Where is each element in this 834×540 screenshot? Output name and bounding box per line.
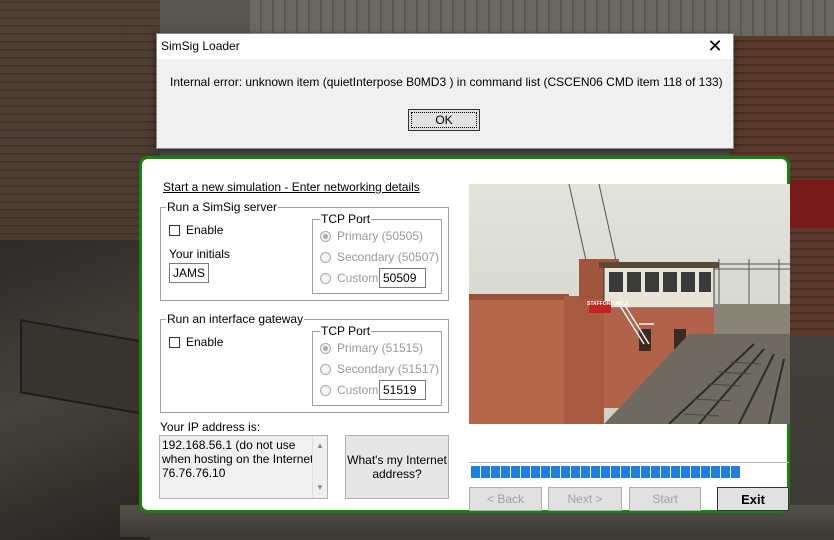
progress-segment	[551, 466, 560, 478]
ok-button[interactable]: OK	[408, 109, 480, 131]
gateway-port-group: TCP Port Primary (51515) Secondary (5151…	[312, 324, 442, 406]
next-button[interactable]: Next >	[548, 487, 622, 511]
whats-my-ip-line-1: What's my Internet	[347, 453, 447, 467]
error-message-box: SimSig Loader ✕ Internal error: unknown …	[156, 33, 734, 149]
gateway-port-secondary-radio[interactable]	[320, 364, 331, 375]
server-group: Run a SimSig server Enable Your initials…	[160, 200, 449, 301]
progress-segment	[651, 466, 660, 478]
progress-segment	[511, 466, 520, 478]
progress-segment	[691, 466, 700, 478]
background-roof	[250, 0, 834, 36]
progress-segment	[711, 466, 720, 478]
background-sign	[790, 180, 834, 228]
exit-button[interactable]: Exit	[717, 487, 789, 511]
ip-address-label: Your IP address is:	[160, 420, 261, 434]
progress-segment	[641, 466, 650, 478]
progress-segment	[491, 466, 500, 478]
server-enable-label[interactable]: Enable	[186, 223, 223, 237]
progress-segment	[661, 466, 670, 478]
server-port-secondary-radio[interactable]	[320, 252, 331, 263]
message-box-titlebar: SimSig Loader ✕	[157, 34, 733, 59]
server-port-custom-input[interactable]	[379, 268, 426, 288]
progress-segment	[541, 466, 550, 478]
progress-segment	[481, 466, 490, 478]
server-port-custom-radio[interactable]	[320, 273, 331, 284]
progress-segment	[501, 466, 510, 478]
whats-my-ip-line-2: address?	[372, 467, 422, 481]
progress-segment	[471, 466, 480, 478]
start-button[interactable]: Start	[629, 487, 701, 511]
server-port-secondary-label: Secondary (50507)	[337, 250, 440, 264]
ip-address-box[interactable]: 192.168.56.1 (do not use when hosting on…	[159, 435, 328, 499]
photo-sign-text: STAFFORD NO. 5	[587, 301, 629, 307]
scroll-down-icon[interactable]: ▼	[316, 481, 324, 495]
server-port-primary-label: Primary (50505)	[337, 229, 424, 243]
close-icon[interactable]: ✕	[705, 36, 725, 56]
gateway-port-custom-label: Custom:	[337, 383, 382, 397]
server-group-legend: Run a SimSig server	[166, 200, 279, 214]
gateway-port-primary-label: Primary (51515)	[337, 341, 424, 355]
progress-segment	[561, 466, 570, 478]
progress-segment	[721, 466, 730, 478]
progress-segment	[601, 466, 610, 478]
progress-segment	[581, 466, 590, 478]
gateway-port-primary-radio[interactable]	[320, 343, 331, 354]
progress-segment	[681, 466, 690, 478]
progress-segment	[591, 466, 600, 478]
server-port-primary-radio[interactable]	[320, 231, 331, 242]
dialog-heading: Start a new simulation - Enter networkin…	[163, 180, 420, 194]
gateway-port-secondary-label: Secondary (51517)	[337, 362, 440, 376]
progress-segment	[621, 466, 630, 478]
progress-segment	[531, 466, 540, 478]
gateway-port-legend: TCP Port	[320, 324, 372, 338]
ip-line-1: 192.168.56.1 (do not use	[162, 438, 296, 452]
gateway-port-custom-input[interactable]	[379, 380, 426, 400]
gateway-group: Run an interface gateway Enable TCP Port…	[160, 312, 449, 413]
back-button[interactable]: < Back	[469, 487, 542, 511]
server-port-group: TCP Port Primary (50505) Secondary (5050…	[312, 212, 442, 294]
progress-segment	[521, 466, 530, 478]
progress-segment	[671, 466, 680, 478]
initials-input[interactable]	[169, 263, 209, 283]
progress-segment	[701, 466, 710, 478]
gateway-group-legend: Run an interface gateway	[166, 312, 305, 326]
ip-box-scrollbar[interactable]: ▲ ▼	[312, 436, 327, 498]
scroll-up-icon[interactable]: ▲	[316, 439, 324, 453]
loading-progress-bar	[469, 462, 789, 478]
error-message-text: Internal error: unknown item (quietInter…	[170, 75, 723, 89]
ip-line-2: when hosting on the Internet)	[162, 452, 318, 466]
progress-segment	[631, 466, 640, 478]
message-box-title: SimSig Loader	[161, 39, 240, 53]
progress-segment	[731, 466, 740, 478]
new-simulation-dialog: Start a new simulation - Enter networkin…	[139, 156, 790, 513]
server-enable-checkbox[interactable]	[169, 225, 180, 236]
gateway-enable-label[interactable]: Enable	[186, 335, 223, 349]
progress-segment	[611, 466, 620, 478]
whats-my-ip-button[interactable]: What's my Internet address?	[345, 435, 449, 499]
server-port-custom-label: Custom:	[337, 271, 382, 285]
server-port-legend: TCP Port	[320, 212, 372, 226]
progress-segment	[571, 466, 580, 478]
ip-line-3: 76.76.76.10	[162, 466, 226, 480]
initials-label: Your initials	[169, 247, 230, 261]
gateway-port-custom-radio[interactable]	[320, 385, 331, 396]
signal-box-photo	[469, 184, 790, 424]
gateway-enable-checkbox[interactable]	[169, 337, 180, 348]
